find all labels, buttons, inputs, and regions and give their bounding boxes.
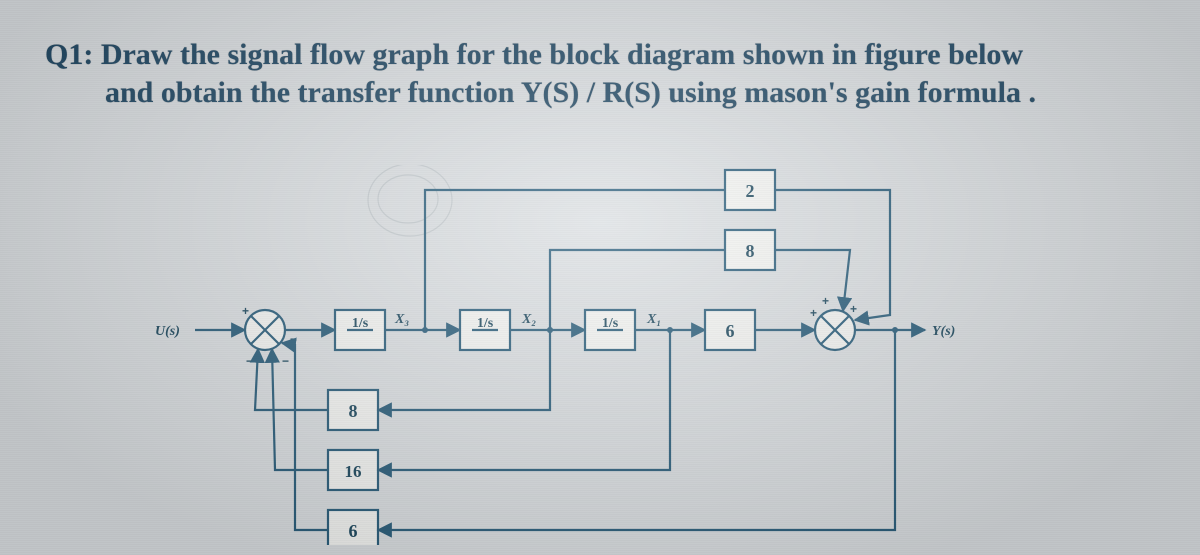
svg-text:2: 2 [746, 181, 755, 201]
question-line2: and obtain the transfer function Y(S) / … [105, 74, 1145, 112]
input-label: U(s) [155, 324, 180, 339]
question-line1: Q1: Draw the signal flow graph for the b… [45, 38, 1023, 71]
svg-text:8: 8 [746, 241, 755, 261]
svg-text:+: + [822, 294, 829, 308]
svg-text:+: + [242, 304, 249, 318]
x1-label: X₁ [646, 312, 661, 327]
svg-text:−: − [246, 354, 253, 368]
block-diagram: U(s) + − − − 1/s X₃ 1/s X₂ 1/s X₁ 6 + + … [150, 165, 1000, 545]
svg-text:1/s: 1/s [477, 316, 494, 331]
svg-text:1/s: 1/s [602, 316, 619, 331]
svg-text:8: 8 [349, 401, 358, 421]
svg-text:6: 6 [726, 321, 735, 341]
svg-text:+: + [850, 302, 857, 316]
output-label: Y(s) [932, 324, 955, 339]
svg-text:6: 6 [349, 521, 358, 541]
svg-text:−: − [282, 354, 289, 368]
question-text: Q1: Draw the signal flow graph for the b… [45, 36, 1145, 111]
svg-text:1/s: 1/s [352, 316, 369, 331]
svg-text:16: 16 [345, 462, 362, 481]
x3-label: X₃ [394, 312, 409, 327]
svg-text:+: + [810, 306, 817, 320]
x2-label: X₂ [521, 312, 536, 327]
